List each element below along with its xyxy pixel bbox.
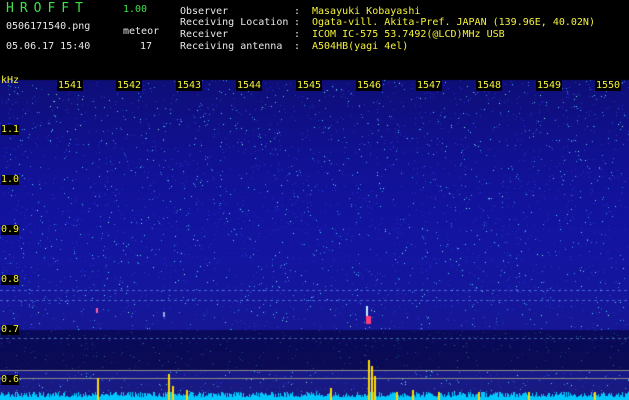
timestamp: 05.06.17 15:40 <box>6 41 91 52</box>
location-value: Ogata-vill. Akita-Pref. JAPAN (139.96E, … <box>312 17 595 28</box>
x-tick-1543: 1543 <box>176 80 203 91</box>
y-tick-0.6: 0.6 <box>1 374 20 385</box>
location-label: Receiving Location <box>180 17 289 28</box>
x-tick-1548: 1548 <box>476 80 503 91</box>
y-tick-1.0: 1.0 <box>1 174 20 185</box>
x-tick-1542: 1542 <box>116 80 143 91</box>
axis-unit: kHz <box>1 75 20 86</box>
receiver-sep: : <box>294 29 301 40</box>
receiver-value: ICOM IC-575 53.7492(@LCD)MHz USB <box>312 29 505 40</box>
meteor-label: meteor <box>123 26 160 37</box>
y-tick-0.8: 0.8 <box>1 274 20 285</box>
receiver-label: Receiver <box>180 29 229 40</box>
y-tick-0.9: 0.9 <box>1 224 20 235</box>
x-tick-1545: 1545 <box>296 80 323 91</box>
location-sep: : <box>294 17 301 28</box>
x-tick-1550: 1550 <box>595 80 622 91</box>
x-tick-1544: 1544 <box>236 80 263 91</box>
antenna-sep: : <box>294 41 301 52</box>
x-tick-1546: 1546 <box>356 80 383 91</box>
x-tick-1547: 1547 <box>416 80 443 91</box>
antenna-value: A504HB(yagi 4el) <box>312 41 409 52</box>
y-tick-1.1: 1.1 <box>1 124 20 135</box>
x-tick-1541: 1541 <box>57 80 84 91</box>
x-tick-1549: 1549 <box>536 80 563 91</box>
file-name: 0506171540.png <box>6 21 91 32</box>
app-logo: HROFFT <box>6 1 89 16</box>
y-tick-0.7: 0.7 <box>1 324 20 335</box>
header-panel: HROFFT 1.00 0506171540.png meteor 05.06.… <box>0 0 629 76</box>
antenna-label: Receiving antenna <box>180 41 283 52</box>
meteor-count: 17 <box>140 41 153 52</box>
app-version: 1.00 <box>123 4 148 15</box>
